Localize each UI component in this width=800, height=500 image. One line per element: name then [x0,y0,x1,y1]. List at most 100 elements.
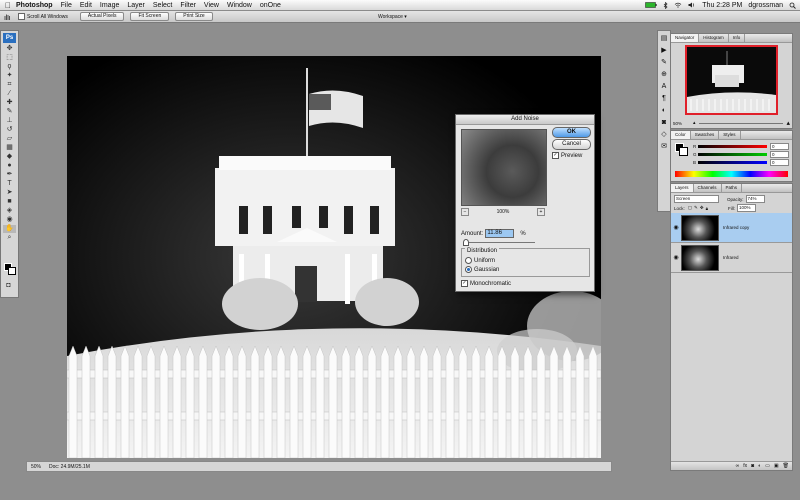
lock-transparent-icon[interactable]: ▢ [688,205,692,211]
monochromatic-option[interactable]: ✓ Monochromatic [461,280,511,287]
blue-value[interactable]: 0 [770,158,789,166]
menu-layer[interactable]: Layer [127,2,145,9]
zoom-in-button[interactable]: + [536,207,545,216]
filter-preview[interactable] [461,129,547,206]
lasso-tool-icon[interactable]: ϙ [3,63,16,71]
shape-tool-icon[interactable]: ■ [3,198,16,206]
green-value[interactable]: 0 [770,150,789,158]
layer-row[interactable]: ◉ Infrared [671,243,792,273]
user-name[interactable]: dgrossman [748,2,783,9]
hand-tool-icon[interactable]: ✋ [3,225,16,233]
uniform-option[interactable]: Uniform [465,257,495,264]
gaussian-option[interactable]: Gaussian [465,266,499,273]
masks-panel-icon[interactable]: ◙ [660,119,668,127]
link-layers-icon[interactable]: ∞ [736,463,740,469]
eye-icon[interactable]: ◉ [671,224,681,231]
workspace-menu[interactable]: Workspace ▾ [378,14,407,20]
layer-name[interactable]: Infrared copy [723,225,749,230]
blend-mode-select[interactable]: Screen [674,195,719,203]
brush-tool-icon[interactable]: ✎ [3,108,16,116]
uniform-radio[interactable] [465,257,472,264]
quick-mask-icon[interactable]: ◘ [2,282,15,290]
preview-option[interactable]: ✓ Preview [552,152,582,159]
app-menu[interactable]: Photoshop [16,2,53,9]
lock-pixels-icon[interactable]: ✎ [694,205,698,211]
tab-color[interactable]: Color [671,131,691,139]
menu-image[interactable]: Image [100,2,119,9]
tab-paths[interactable]: Paths [722,184,743,192]
background-color-swatch[interactable] [8,267,16,275]
zoom-tool-icon[interactable]: ⌕ [3,234,16,242]
red-value[interactable]: 0 [770,142,789,150]
move-tool-icon[interactable]: ✥ [3,45,16,53]
menu-view[interactable]: View [204,2,219,9]
wifi-icon[interactable] [674,2,682,8]
navigator-zoom-value[interactable]: 50% [673,121,693,126]
doc-info[interactable]: Doc: 24.9M/25.1M [49,464,90,470]
character-panel-icon[interactable]: A [660,83,668,91]
amount-input[interactable]: 11.86 [485,229,515,238]
history-brush-tool-icon[interactable]: ↺ [3,126,16,134]
crop-tool-icon[interactable]: ⌗ [3,81,16,89]
lock-position-icon[interactable]: ✥ [700,205,704,211]
zoom-field[interactable]: 50% [31,464,41,470]
menu-onone[interactable]: onOne [260,2,281,9]
hand-tool-icon[interactable] [2,13,12,21]
tab-channels[interactable]: Channels [694,184,722,192]
menu-file[interactable]: File [61,2,72,9]
notes-panel-icon[interactable]: ✉ [660,143,668,151]
paragraph-panel-icon[interactable]: ¶ [660,95,668,103]
3d-panel-icon[interactable]: ◇ [660,131,668,139]
color-bg-swatch[interactable] [679,147,688,156]
menu-window[interactable]: Window [227,2,252,9]
add-mask-icon[interactable]: ◙ [751,463,754,469]
brushes-panel-icon[interactable]: ✎ [660,59,668,67]
clock[interactable]: Thu 2:28 PM [702,2,742,9]
apple-icon[interactable]:  [0,1,16,10]
menu-select[interactable]: Select [153,2,172,9]
healing-tool-icon[interactable]: ✚ [3,99,16,107]
red-slider[interactable] [698,144,767,148]
battery-icon[interactable] [645,2,657,8]
layer-style-icon[interactable]: fx [743,463,747,469]
eyedropper-tool-icon[interactable]: ⁄ [3,90,16,98]
fit-screen-button[interactable]: Fit Screen [130,12,170,21]
history-panel-icon[interactable]: ▤ [660,35,668,43]
zoom-out-mountain-icon[interactable]: ▴ [693,120,696,126]
zoom-out-button[interactable]: − [461,207,469,216]
menu-filter[interactable]: Filter [180,2,196,9]
eraser-tool-icon[interactable]: ▱ [3,135,16,143]
eye-icon[interactable]: ◉ [671,254,681,261]
menu-edit[interactable]: Edit [80,2,92,9]
stamp-tool-icon[interactable]: ⊥ [3,117,16,125]
volume-icon[interactable] [688,2,696,8]
actual-pixels-button[interactable]: Actual Pixels [79,12,125,21]
clone-source-panel-icon[interactable]: ⊕ [660,71,668,79]
new-group-icon[interactable]: ▭ [765,463,770,469]
dodge-tool-icon[interactable]: ● [3,162,16,170]
cancel-button[interactable]: Cancel [552,139,591,150]
new-layer-icon[interactable]: ▣ [774,463,779,469]
layer-name[interactable]: Infrared [723,255,739,260]
opacity-input[interactable]: 74% [745,195,765,203]
tab-navigator[interactable]: Navigator [671,34,700,42]
actions-panel-icon[interactable]: ▶ [660,47,668,55]
print-size-button[interactable]: Print Size [175,12,213,21]
color-spectrum-bar[interactable] [675,171,788,177]
marquee-tool-icon[interactable]: ⬚ [3,54,16,62]
tab-info[interactable]: Info [729,34,746,42]
fill-input[interactable]: 100% [737,204,756,212]
spotlight-icon[interactable] [789,2,796,9]
tab-swatches[interactable]: Swatches [691,131,720,139]
path-select-tool-icon[interactable]: ➤ [3,189,16,197]
adjustments-panel-icon[interactable]: ◐ [660,107,668,115]
bluetooth-icon[interactable] [663,1,668,9]
3d-camera-tool-icon[interactable]: ◉ [3,216,16,224]
3d-tool-icon[interactable]: ◈ [3,207,16,215]
gaussian-radio[interactable] [465,266,472,273]
monochromatic-checkbox[interactable]: ✓ [461,280,468,287]
blue-slider[interactable] [698,160,767,164]
tab-styles[interactable]: Styles [719,131,741,139]
lock-all-icon[interactable]: 🔒︎ [706,206,708,211]
trash-icon[interactable]: 🗑︎ [783,463,789,469]
